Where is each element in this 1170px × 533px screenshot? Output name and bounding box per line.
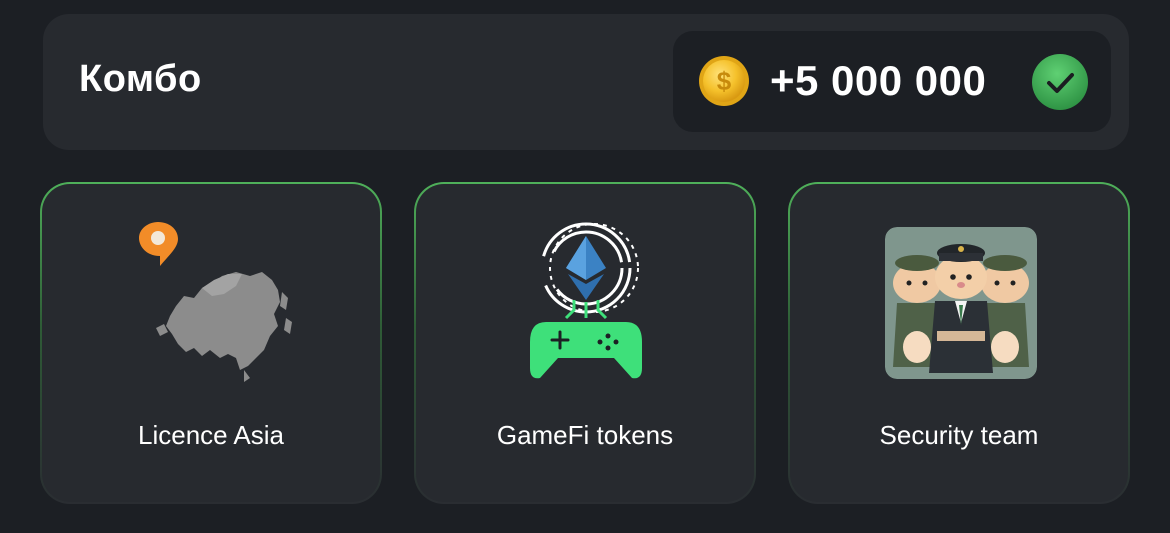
svg-text:$: $	[717, 66, 732, 96]
daily-combo-panel: Комбо $ +5 000 000 Licence Asia GameFi t…	[0, 0, 1170, 533]
combo-card-licence-asia[interactable]: Licence Asia	[40, 182, 382, 504]
coin-icon: $	[699, 56, 749, 106]
reward-amount: +5 000 000	[770, 57, 987, 104]
combo-title: Комбо	[79, 58, 202, 100]
asia-map-with-pin-image	[139, 222, 292, 382]
combo-card-gamefi-tokens[interactable]: GameFi tokens	[414, 182, 756, 504]
ethereum-coin-gamepad-image	[530, 222, 642, 379]
card-label: GameFi tokens	[496, 420, 674, 450]
card-label: Security team	[879, 420, 1039, 450]
card-label: Licence Asia	[138, 420, 284, 450]
combo-reward: $ +5 000 000	[673, 31, 1111, 132]
check-icon	[1032, 54, 1088, 110]
combo-card-security-team[interactable]: Security team	[788, 182, 1130, 504]
combo-cards: Licence Asia GameFi tokens Security team	[40, 182, 1132, 506]
hamster-security-guards-image	[885, 227, 1037, 379]
combo-header: Комбо $ +5 000 000	[43, 14, 1129, 150]
